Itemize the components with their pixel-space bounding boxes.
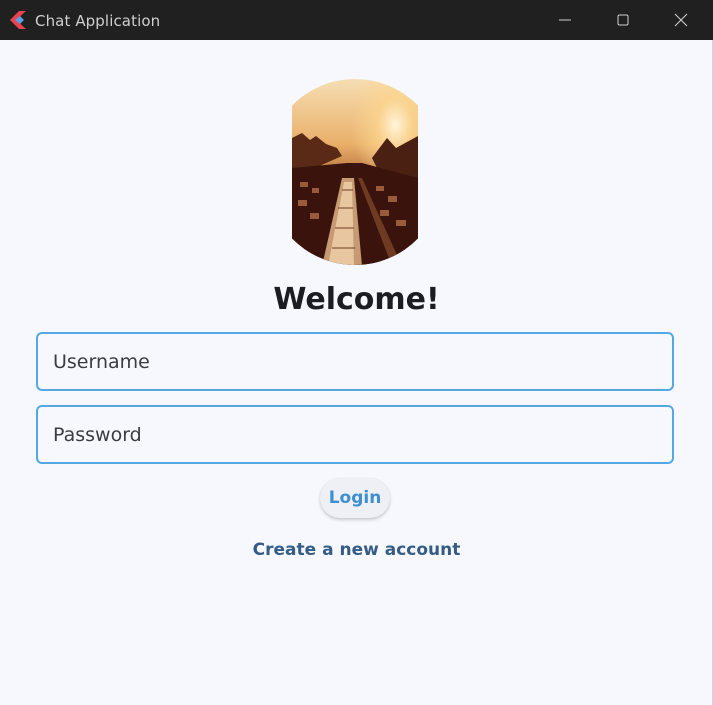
flutter-app-icon xyxy=(10,11,26,29)
create-account-link[interactable]: Create a new account xyxy=(0,540,713,560)
maximize-button[interactable] xyxy=(594,0,652,40)
page-title: Welcome! xyxy=(273,282,440,317)
minimize-icon xyxy=(559,19,571,21)
avatar xyxy=(292,78,418,266)
username-input[interactable] xyxy=(36,332,674,391)
city-sunset-photo xyxy=(292,79,418,265)
minimize-button[interactable] xyxy=(536,0,594,40)
login-button[interactable]: Login xyxy=(320,478,390,518)
maximize-icon xyxy=(617,14,629,26)
close-button[interactable] xyxy=(652,0,710,40)
title-bar[interactable]: Chat Application xyxy=(0,0,713,40)
window-title: Chat Application xyxy=(35,12,161,30)
password-input[interactable] xyxy=(36,405,674,464)
close-icon xyxy=(674,13,688,27)
